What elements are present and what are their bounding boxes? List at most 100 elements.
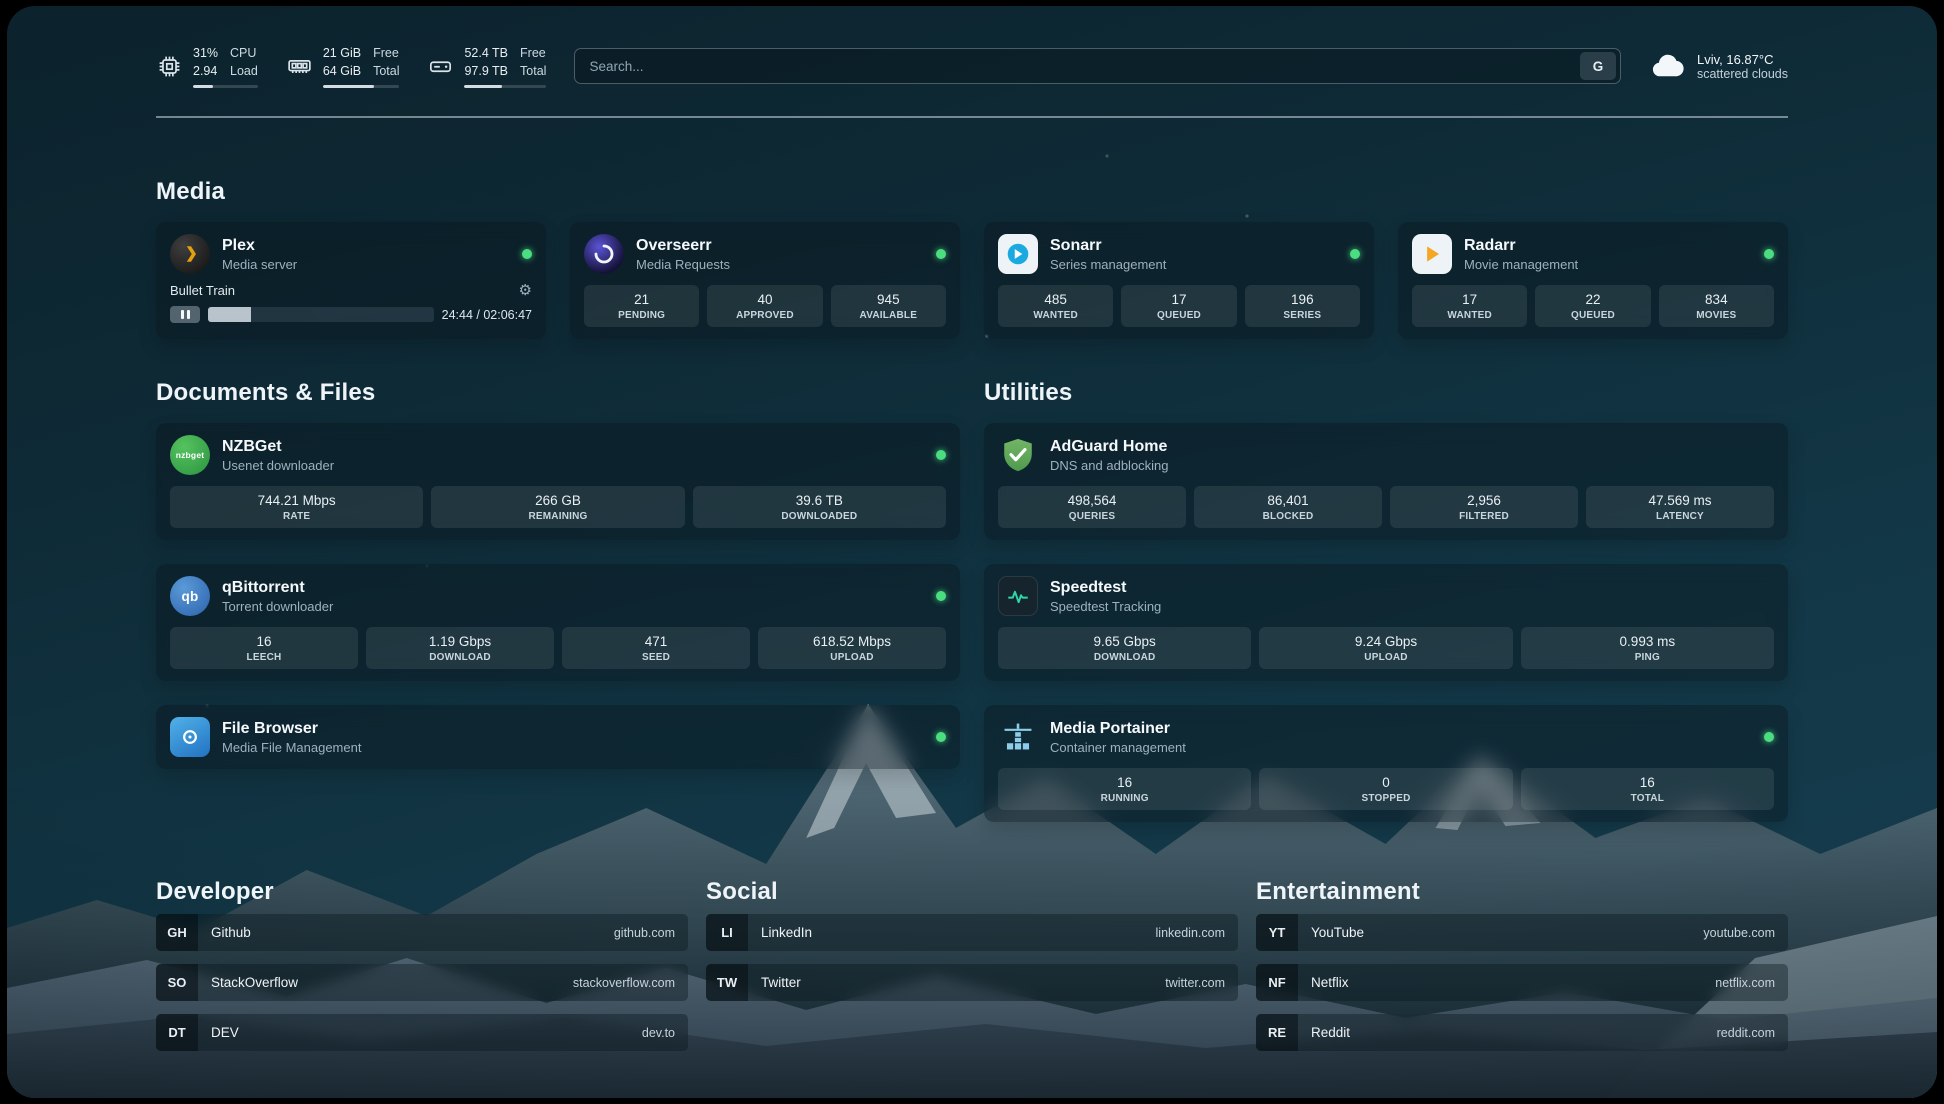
- search-provider-button[interactable]: G: [1580, 52, 1616, 80]
- service-card-filebrowser[interactable]: File BrowserMedia File Management: [156, 705, 960, 769]
- stat-label: APPROVED: [709, 310, 820, 321]
- bookmark-abbr-badge: SO: [156, 964, 198, 1001]
- bookmark-netflix[interactable]: NFNetflixnetflix.com: [1256, 964, 1788, 1001]
- stat-label: RATE: [172, 511, 421, 522]
- stat-label: SERIES: [1247, 310, 1358, 321]
- stat-value: 86,401: [1196, 493, 1380, 508]
- stat-value: 9.24 Gbps: [1261, 634, 1510, 649]
- service-description: Speedtest Tracking: [1050, 599, 1161, 614]
- stat-stopped: 0STOPPED: [1259, 768, 1512, 810]
- stat-upload: 9.24 Gbps UPLOAD: [1259, 627, 1512, 669]
- bookmark-abbr-badge: YT: [1256, 914, 1298, 951]
- cpu-widget: 31% 2.94 CPU Load: [156, 44, 258, 88]
- stat-value: 618.52 Mbps: [760, 634, 944, 649]
- service-header: OverseerrMedia Requests: [584, 234, 946, 274]
- bookmark-youtube[interactable]: YTYouTubeyoutube.com: [1256, 914, 1788, 951]
- stat-series: 196 SERIES: [1245, 285, 1360, 327]
- service-card-portainer[interactable]: Media PortainerContainer management 16 RUN…: [984, 705, 1788, 822]
- bookmark-name: YouTube: [1311, 925, 1364, 940]
- weather-condition: scattered clouds: [1697, 67, 1788, 81]
- stat-label: MOVIES: [1661, 310, 1772, 321]
- stat-ping: 0.993 msPING: [1521, 627, 1774, 669]
- stat-upload: 618.52 MbpsUPLOAD: [758, 627, 946, 669]
- stat-label: QUEUED: [1537, 310, 1648, 321]
- stat-value: 266 GB: [433, 493, 682, 508]
- dashboard-window: 31% 2.94 CPU Load: [7, 6, 1937, 1098]
- service-meta: OverseerrMedia Requests: [636, 236, 730, 272]
- stat-value: 471: [564, 634, 748, 649]
- service-meta: qBittorrentTorrent downloader: [222, 578, 333, 614]
- stat-label: TOTAL: [1523, 793, 1772, 804]
- service-card-plex[interactable]: PlexMedia serverBullet Train⚙24:44 / 02:…: [156, 222, 546, 339]
- stat-label: UPLOAD: [1261, 652, 1510, 663]
- service-header: Media PortainerContainer management: [998, 717, 1774, 757]
- playback-time: 24:44 / 02:06:47: [442, 308, 532, 322]
- bookmark-url: reddit.com: [1717, 1026, 1775, 1040]
- gear-icon[interactable]: ⚙: [519, 283, 532, 298]
- stat-label: WANTED: [1414, 310, 1525, 321]
- status-dot-online: [936, 732, 946, 742]
- service-description: Media server: [222, 257, 297, 272]
- service-name: NZBGet: [222, 437, 334, 456]
- search-input[interactable]: [575, 49, 1580, 83]
- service-name: Sonarr: [1050, 236, 1166, 255]
- media-cards: PlexMedia serverBullet Train⚙24:44 / 02:…: [156, 222, 1788, 339]
- stat-available: 945AVAILABLE: [831, 285, 946, 327]
- service-meta: Media PortainerContainer management: [1050, 719, 1186, 755]
- stat-download: 1.19 GbpsDOWNLOAD: [366, 627, 554, 669]
- service-card-adguard[interactable]: AdGuard HomeDNS and adblocking 498,564QUE…: [984, 423, 1788, 540]
- bookmark-linkedin[interactable]: LILinkedInlinkedin.com: [706, 914, 1238, 951]
- memory-total-label: Total: [373, 62, 399, 80]
- disk-progress-bar: [464, 85, 546, 88]
- service-card-sonarr[interactable]: SonarrSeries management485WANTED17QUEUED…: [984, 222, 1374, 339]
- service-card-overseerr[interactable]: OverseerrMedia Requests21PENDING40APPROV…: [570, 222, 960, 339]
- stat-remaining: 266 GBREMAINING: [431, 486, 684, 528]
- bookmark-dev[interactable]: DTDEVdev.to: [156, 1014, 688, 1051]
- stat-value: 0: [1261, 775, 1510, 790]
- service-description: DNS and adblocking: [1050, 458, 1169, 473]
- overseerr-icon: [584, 234, 624, 274]
- service-stats: 498,564QUERIES86,401BLOCKED2,956FILTERED…: [998, 486, 1774, 528]
- service-description: Torrent downloader: [222, 599, 333, 614]
- service-stats: 21PENDING40APPROVED945AVAILABLE: [584, 285, 946, 327]
- bookmark-github[interactable]: GHGithubgithub.com: [156, 914, 688, 951]
- stat-value: 21: [586, 292, 697, 307]
- bookmark-stackoverflow[interactable]: SOStackOverflowstackoverflow.com: [156, 964, 688, 1001]
- bookmark-group-developer: Developer GHGithubgithub.com SOStackOverf…: [156, 878, 688, 1051]
- memory-free-value: 21 GiB: [323, 44, 361, 62]
- disk-total-label: Total: [520, 62, 546, 80]
- service-stats: 744.21 MbpsRATE266 GBREMAINING39.6 TBDOW…: [170, 486, 946, 528]
- bookmark-url: stackoverflow.com: [573, 976, 675, 990]
- service-header: SonarrSeries management: [998, 234, 1360, 274]
- section-title-developer: Developer: [156, 878, 688, 906]
- stat-value: 834: [1661, 292, 1772, 307]
- pause-icon[interactable]: [170, 306, 200, 323]
- bookmark-reddit[interactable]: RERedditreddit.com: [1256, 1014, 1788, 1051]
- bookmark-abbr-badge: NF: [1256, 964, 1298, 1001]
- service-card-speedtest[interactable]: SpeedtestSpeedtest Tracking9.65 GbpsDOWN…: [984, 564, 1788, 681]
- stat-value: 39.6 TB: [695, 493, 944, 508]
- stat-download: 9.65 GbpsDOWNLOAD: [998, 627, 1251, 669]
- radarr-icon: [1412, 234, 1452, 274]
- stat-label: RUNNING: [1000, 793, 1249, 804]
- service-meta: AdGuard HomeDNS and adblocking: [1050, 437, 1169, 473]
- service-card-qbittorrent[interactable]: qbqBittorrentTorrent downloader16LEECH1.…: [156, 564, 960, 681]
- nzbget-icon: nzbget: [170, 435, 210, 475]
- stat-value: 16: [1523, 775, 1772, 790]
- memory-progress-bar: [323, 85, 400, 88]
- service-card-nzbget[interactable]: nzbgetNZBGetUsenet downloader744.21 Mbps…: [156, 423, 960, 540]
- cloud-icon: [1649, 47, 1687, 85]
- service-card-radarr[interactable]: RadarrMovie management17WANTED22QUEUED83…: [1398, 222, 1788, 339]
- bookmark-twitter[interactable]: TWTwittertwitter.com: [706, 964, 1238, 1001]
- memory-widget: 21 GiB 64 GiB Free Total: [286, 44, 400, 88]
- bookmark-url: netflix.com: [1715, 976, 1775, 990]
- stat-value: 196: [1247, 292, 1358, 307]
- stat-label: DOWNLOADED: [695, 511, 944, 522]
- service-name: File Browser: [222, 719, 361, 738]
- bookmark-abbr-badge: RE: [1256, 1014, 1298, 1051]
- service-name: Media Portainer: [1050, 719, 1186, 738]
- stat-label: QUEUED: [1123, 310, 1234, 321]
- disk-widget: 52.4 TB 97.9 TB Free Total: [427, 44, 546, 88]
- stat-approved: 40APPROVED: [707, 285, 822, 327]
- search-bar[interactable]: G: [574, 48, 1621, 84]
